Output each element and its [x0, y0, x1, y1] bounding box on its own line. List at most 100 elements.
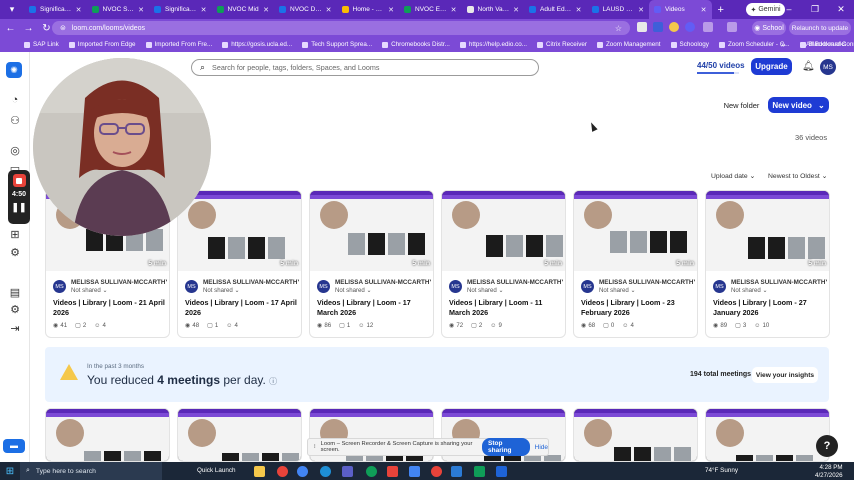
video-title[interactable]: Videos | Library | Loom - 11 March 2026	[449, 298, 561, 318]
author-avatar[interactable]: MS	[53, 280, 66, 293]
video-thumbnail[interactable]: 5 min	[442, 191, 565, 271]
sort-order-select[interactable]: Newest to Oldest ⌄	[768, 172, 827, 180]
bookmark-item[interactable]: https://gosis.ucla.ed...	[222, 41, 292, 48]
extensions-puzzle-icon[interactable]	[703, 22, 713, 32]
close-tab-icon[interactable]: ✕	[326, 6, 332, 14]
browser-tab[interactable]: NVOC Mid ✕	[212, 0, 275, 19]
close-tab-icon[interactable]: ✕	[576, 6, 582, 14]
close-tab-icon[interactable]: ✕	[201, 6, 207, 14]
loom-extension-icon[interactable]	[685, 22, 695, 32]
author-avatar[interactable]: MS	[449, 280, 462, 293]
close-window-icon[interactable]: ✕	[828, 0, 854, 19]
settings-gear-icon[interactable]: ⚙	[8, 246, 22, 260]
browser-tab[interactable]: Significant C✕	[149, 0, 212, 19]
quick-launch[interactable]: Quick Launch	[197, 467, 236, 474]
video-thumbnail[interactable]: 5 min	[178, 191, 301, 271]
close-tab-icon[interactable]: ✕	[513, 6, 519, 14]
video-thumbnail[interactable]: 5 min	[574, 191, 697, 271]
drag-handle-icon[interactable]: ⁞	[314, 444, 316, 450]
video-title[interactable]: Videos | Library | Loom - 23 February 20…	[581, 298, 693, 318]
all-bookmarks-button[interactable]: All Bookmarks	[806, 37, 846, 52]
app-icon[interactable]	[387, 466, 398, 477]
video-thumbnail[interactable]	[46, 409, 169, 461]
video-title[interactable]: Videos | Library | Loom - 27 January 202…	[713, 298, 825, 318]
camera-bubble[interactable]	[33, 58, 211, 236]
bookmark-item[interactable]: SAP Link	[24, 41, 59, 48]
side-panel-icon[interactable]	[727, 22, 737, 32]
video-thumbnail[interactable]	[178, 409, 301, 461]
browser-tab[interactable]: NVOC Desc ✕	[274, 0, 337, 19]
browser-tab[interactable]: Videos ✕	[649, 0, 712, 19]
sharing-status[interactable]: Not shared ⌄	[731, 287, 768, 294]
relaunch-button[interactable]: Relaunch to update	[789, 21, 851, 35]
admin-gear-icon[interactable]: ⚙	[8, 303, 22, 317]
bookmark-item[interactable]: https://help.edio.co...	[459, 41, 527, 48]
video-thumbnail[interactable]: 5 min	[310, 191, 433, 271]
close-tab-icon[interactable]: ✕	[138, 6, 144, 14]
sharing-status[interactable]: Not shared ⌄	[203, 287, 240, 294]
minimize-icon[interactable]: –	[776, 0, 802, 19]
browser-tab[interactable]: NVOC EMPL✕	[399, 0, 462, 19]
bookmark-item[interactable]: Imported From Edge	[68, 41, 136, 48]
teams-icon[interactable]	[342, 466, 353, 477]
loom-logo-icon[interactable]: ✺	[6, 62, 22, 78]
extension-icon[interactable]	[669, 22, 679, 32]
spaces-icon[interactable]: ⊞	[8, 228, 22, 242]
bookmarks-overflow-icon[interactable]: »	[781, 37, 785, 52]
add-user-icon[interactable]: ⚇	[8, 114, 22, 128]
sort-field-select[interactable]: Upload date ⌄	[711, 172, 755, 180]
upgrade-button[interactable]: Upgrade	[751, 58, 792, 75]
bookmark-star-icon[interactable]: ☆	[615, 24, 622, 33]
info-icon[interactable]: ⓘ	[269, 377, 277, 386]
expand-sidebar-icon[interactable]: ⇥	[8, 322, 22, 336]
video-card[interactable]: 5 min MS MELISSA SULLIVAN-MCCARTHY Not shar…	[177, 190, 302, 338]
author-avatar[interactable]: MS	[317, 280, 330, 293]
hide-sharing-button[interactable]: Hide	[535, 444, 548, 451]
video-card[interactable]: 5 min MS MELISSA SULLIVAN-MCCARTHY Not shar…	[705, 190, 830, 338]
bookmark-item[interactable]: Chromebooks Distr...	[382, 41, 450, 48]
video-thumbnail[interactable]: 5 min	[706, 191, 829, 271]
browser-tab[interactable]: Adult Ed. Fo ✕	[524, 0, 587, 19]
browser-tab[interactable]: NVOC Staff ✕	[87, 0, 150, 19]
new-video-button[interactable]: New video ⌄	[768, 97, 829, 113]
new-folder-button[interactable]: New folder	[718, 98, 765, 112]
close-tab-icon[interactable]: ✕	[388, 6, 394, 14]
sharing-status[interactable]: Not shared ⌄	[599, 287, 636, 294]
author-avatar[interactable]: MS	[185, 280, 198, 293]
bookmark-item[interactable]: Schoology	[670, 41, 709, 48]
extension-icon[interactable]	[637, 22, 647, 32]
bookmark-item[interactable]: Tech Support Sprea...	[302, 41, 372, 48]
close-tab-icon[interactable]: ✕	[76, 6, 82, 14]
library-icon[interactable]: ◔	[8, 93, 22, 107]
extension-icon[interactable]	[653, 22, 663, 32]
stop-sharing-button[interactable]: Stop sharing	[482, 438, 530, 456]
sharing-status[interactable]: Not shared ⌄	[71, 287, 108, 294]
close-tab-icon[interactable]: ✕	[638, 6, 644, 14]
address-bar[interactable]: ⊜ loom.com/looms/videos ☆	[52, 21, 630, 35]
video-title[interactable]: Videos | Library | Loom - 21 April 2026	[53, 298, 165, 318]
windows-start-icon[interactable]: ⊞	[0, 466, 20, 477]
sharing-status[interactable]: Not shared ⌄	[335, 287, 372, 294]
edge-icon[interactable]	[320, 466, 331, 477]
video-card[interactable]: 5 min MS MELISSA SULLIVAN-MCCARTHY Not shar…	[309, 190, 434, 338]
author-avatar[interactable]: MS	[713, 280, 726, 293]
video-quota[interactable]: 44/50 videos	[697, 61, 745, 70]
video-card[interactable]: 5 min MS MELISSA SULLIVAN-MCCARTHY Not shar…	[573, 190, 698, 338]
search-input[interactable]: ⌕ Search for people, tags, folders, Spac…	[191, 59, 539, 76]
video-card[interactable]: 5 min MS MELISSA SULLIVAN-MCCARTHY Not shar…	[441, 190, 566, 338]
video-card[interactable]	[177, 408, 302, 462]
app-icon[interactable]	[409, 466, 420, 477]
video-card[interactable]	[705, 408, 830, 462]
app-icon[interactable]	[451, 466, 462, 477]
video-thumbnail[interactable]	[574, 409, 697, 461]
pause-icon[interactable]: ❚❚	[11, 202, 26, 213]
stop-recording-button[interactable]	[12, 174, 26, 187]
close-tab-icon[interactable]: ✕	[263, 6, 269, 14]
archive-icon[interactable]: ▤	[8, 286, 22, 300]
site-info-icon[interactable]: ⊜	[60, 24, 66, 32]
browser-tab[interactable]: Home - Goo ✕	[337, 0, 400, 19]
video-title[interactable]: Videos | Library | Loom - 17 April 2026	[185, 298, 297, 318]
app-icon[interactable]	[496, 466, 507, 477]
sharing-status[interactable]: Not shared ⌄	[467, 287, 504, 294]
taskbar-search-input[interactable]: ⌕ Type here to search	[20, 462, 162, 480]
